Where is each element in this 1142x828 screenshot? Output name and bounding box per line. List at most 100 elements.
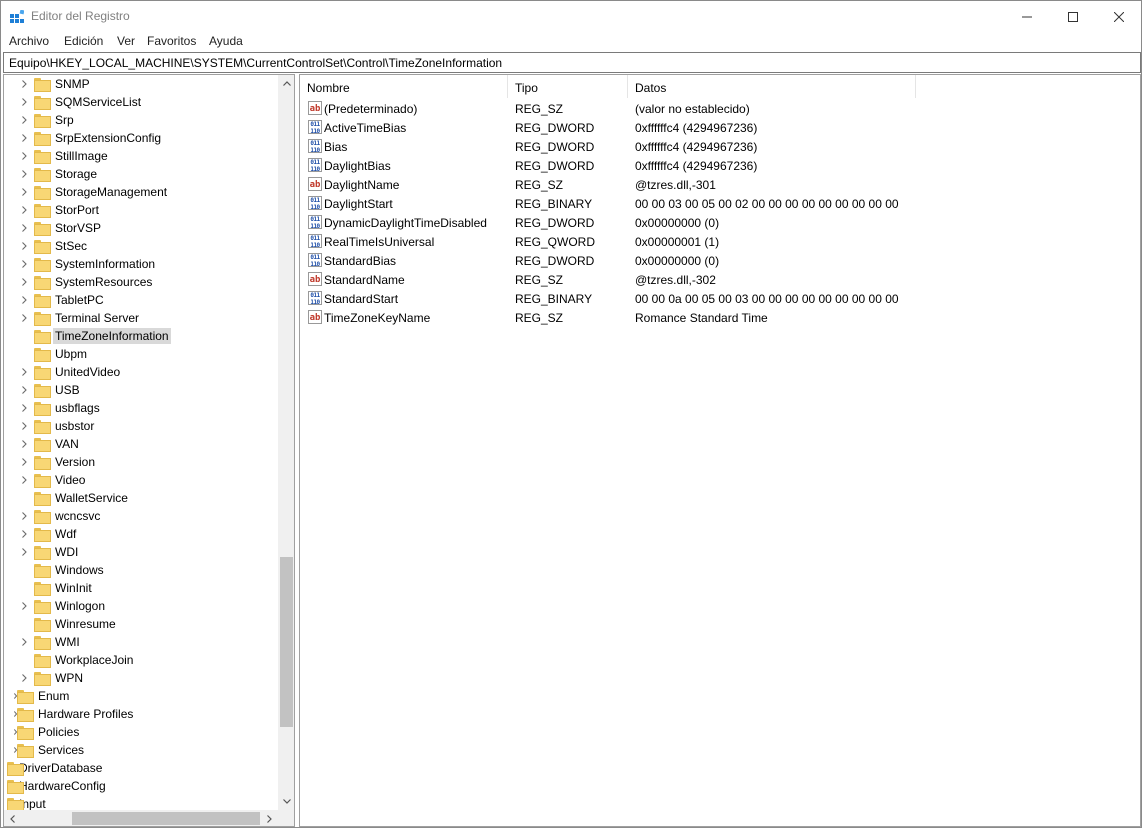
close-button[interactable] <box>1096 1 1142 32</box>
tree-item[interactable]: SrpExtensionConfig <box>20 129 163 147</box>
tree-item[interactable]: VAN <box>20 435 81 453</box>
chevron-right-icon[interactable] <box>20 134 28 142</box>
tree-item[interactable]: HardwareConfig <box>7 777 108 795</box>
chevron-right-icon[interactable] <box>20 386 28 394</box>
tree-item[interactable]: wcncsvc <box>20 507 102 525</box>
column-header-name[interactable]: Nombre <box>300 75 508 98</box>
value-row[interactable]: 011 110 RealTimeIsUniversal REG_QWORD 0x0000… <box>300 232 1140 251</box>
chevron-right-icon[interactable] <box>20 674 28 682</box>
tree-item[interactable]: Video <box>20 471 87 489</box>
value-row[interactable]: 011 110 ActiveTimeBias REG_DWORD 0xffffffc4 … <box>300 118 1140 137</box>
chevron-right-icon[interactable] <box>20 476 28 484</box>
maximize-button[interactable] <box>1050 1 1096 32</box>
chevron-right-icon[interactable] <box>20 602 28 610</box>
title-bar[interactable]: Editor del Registro <box>1 1 1141 32</box>
chevron-right-icon[interactable] <box>20 440 28 448</box>
chevron-right-icon[interactable] <box>20 80 28 88</box>
value-row[interactable]: 011 110 DynamicDaylightTimeDisabled REG_DWO… <box>300 213 1140 232</box>
tree-item[interactable]: Wdf <box>20 525 78 543</box>
chevron-right-icon[interactable] <box>20 278 28 286</box>
tree-item[interactable]: Services <box>14 741 86 759</box>
tree-item[interactable]: SystemInformation <box>20 255 157 273</box>
tree-item[interactable]: SystemResources <box>20 273 154 291</box>
tree-item[interactable]: usbflags <box>20 399 102 417</box>
chevron-right-icon[interactable] <box>20 422 28 430</box>
tree-item[interactable]: TabletPC <box>20 291 106 309</box>
tree-item[interactable]: Winresume <box>20 615 118 633</box>
chevron-right-icon[interactable] <box>20 224 28 232</box>
chevron-right-icon[interactable] <box>20 512 28 520</box>
tree-horizontal-scrollbar[interactable] <box>4 810 278 826</box>
tree-item[interactable]: USB <box>20 381 82 399</box>
column-header-type[interactable]: Tipo <box>508 75 628 98</box>
tree-item[interactable]: WalletService <box>20 489 130 507</box>
value-row[interactable]: 011 110 DaylightBias REG_DWORD 0xffffffc4 (4… <box>300 156 1140 175</box>
tree-item[interactable]: usbstor <box>20 417 96 435</box>
chevron-right-icon[interactable] <box>20 404 28 412</box>
value-row[interactable]: ab StandardName REG_SZ @tzres.dll,-302 <box>300 270 1140 289</box>
chevron-right-icon[interactable] <box>20 458 28 466</box>
chevron-right-icon[interactable] <box>20 206 28 214</box>
tree-item[interactable]: Srp <box>20 111 76 129</box>
chevron-right-icon[interactable] <box>20 638 28 646</box>
tree-item[interactable]: StillImage <box>20 147 110 165</box>
tree-item[interactable]: StorPort <box>20 201 101 219</box>
tree-item[interactable]: Windows <box>20 561 106 579</box>
tree-item[interactable]: WinInit <box>20 579 94 597</box>
chevron-right-icon[interactable] <box>20 260 28 268</box>
tree-item[interactable]: Enum <box>14 687 71 705</box>
tree-item[interactable]: TimeZoneInformation <box>20 327 171 345</box>
tree-item[interactable]: Storage <box>20 165 99 183</box>
chevron-right-icon[interactable] <box>20 170 28 178</box>
column-header-data[interactable]: Datos <box>628 75 916 98</box>
tree-vertical-scrollbar[interactable] <box>278 75 294 810</box>
chevron-right-icon[interactable] <box>20 548 28 556</box>
menu-ver[interactable]: Ver <box>117 34 135 48</box>
chevron-right-icon[interactable] <box>20 98 28 106</box>
value-row[interactable]: ab DaylightName REG_SZ @tzres.dll,-301 <box>300 175 1140 194</box>
tree-vertical-scroll-thumb[interactable] <box>280 557 293 727</box>
menu-edicion[interactable]: Edición <box>64 34 103 48</box>
value-row[interactable]: 011 110 Bias REG_DWORD 0xffffffc4 (429496723… <box>300 137 1140 156</box>
menu-favoritos[interactable]: Favoritos <box>147 34 196 48</box>
tree-item[interactable]: Version <box>20 453 97 471</box>
tree-item[interactable]: WorkplaceJoin <box>20 651 135 669</box>
value-row[interactable]: ab (Predeterminado) REG_SZ (valor no establ… <box>300 99 1140 118</box>
tree-item[interactable]: WMI <box>20 633 82 651</box>
tree-item[interactable]: SQMServiceList <box>20 93 143 111</box>
chevron-right-icon[interactable] <box>20 116 28 124</box>
tree-item[interactable]: DriverDatabase <box>7 759 104 777</box>
tree-horizontal-scroll-thumb[interactable] <box>72 812 260 825</box>
scroll-left-arrow-icon[interactable] <box>4 810 21 826</box>
chevron-right-icon[interactable] <box>20 368 28 376</box>
chevron-right-icon[interactable] <box>20 314 28 322</box>
tree-item[interactable]: StSec <box>20 237 89 255</box>
tree-item[interactable]: WPN <box>20 669 85 687</box>
scroll-down-arrow-icon[interactable] <box>278 793 294 810</box>
tree-item[interactable]: Policies <box>14 723 81 741</box>
chevron-right-icon[interactable] <box>20 242 28 250</box>
scroll-right-arrow-icon[interactable] <box>261 810 278 826</box>
tree-item[interactable]: Winlogon <box>20 597 107 615</box>
tree-item[interactable]: Terminal Server <box>20 309 141 327</box>
scroll-up-arrow-icon[interactable] <box>278 75 294 92</box>
chevron-right-icon[interactable] <box>20 296 28 304</box>
value-row[interactable]: 011 110 StandardBias REG_DWORD 0x00000000 (0… <box>300 251 1140 270</box>
menu-archivo[interactable]: Archivo <box>9 34 49 48</box>
chevron-right-icon[interactable] <box>20 188 28 196</box>
tree-item[interactable]: WDI <box>20 543 80 561</box>
minimize-button[interactable] <box>1004 1 1050 32</box>
chevron-right-icon[interactable] <box>20 530 28 538</box>
chevron-right-icon[interactable] <box>20 152 28 160</box>
value-row[interactable]: ab TimeZoneKeyName REG_SZ Romance Standard … <box>300 308 1140 327</box>
tree-item[interactable]: StorageManagement <box>20 183 169 201</box>
value-row[interactable]: 011 110 DaylightStart REG_BINARY 00 00 03 00… <box>300 194 1140 213</box>
tree-item[interactable]: StorVSP <box>20 219 103 237</box>
address-bar[interactable]: Equipo\HKEY_LOCAL_MACHINE\SYSTEM\Current… <box>3 52 1141 73</box>
tree-item[interactable]: SNMP <box>20 75 92 93</box>
tree-item[interactable]: Hardware Profiles <box>14 705 135 723</box>
value-row[interactable]: 011 110 StandardStart REG_BINARY 00 00 0a 00… <box>300 289 1140 308</box>
tree-item[interactable]: Input <box>7 795 48 810</box>
tree-item[interactable]: UnitedVideo <box>20 363 122 381</box>
menu-ayuda[interactable]: Ayuda <box>209 34 243 48</box>
